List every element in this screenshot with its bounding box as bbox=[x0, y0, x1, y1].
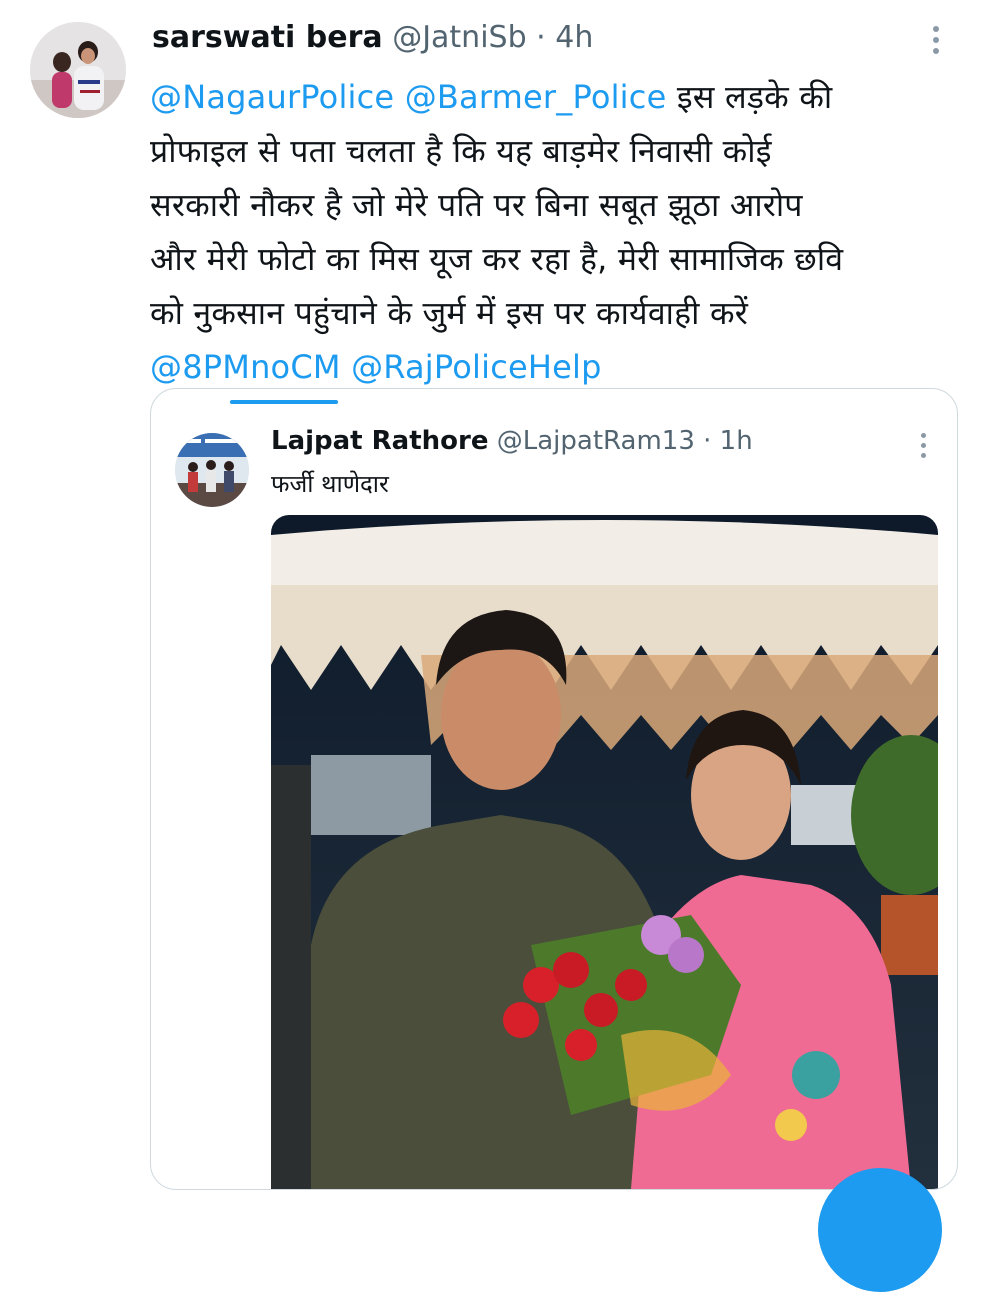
quoted-author-handle[interactable]: @LajpatRam13 bbox=[497, 426, 695, 456]
avatar-image bbox=[30, 22, 126, 118]
mention-nagaur-police[interactable]: @NagaurPolice bbox=[150, 78, 394, 116]
tweet-line-3: सरकारी नौकर है जो मेरे पति पर बिना सबूत … bbox=[150, 186, 803, 224]
photo-image bbox=[271, 515, 938, 1189]
tweet-time[interactable]: 4h bbox=[555, 20, 593, 55]
quoted-photo[interactable] bbox=[271, 515, 938, 1189]
mention-rajpolicehelp[interactable]: @RajPoliceHelp bbox=[351, 348, 602, 386]
quoted-text: फर्जी थाणेदार bbox=[271, 470, 389, 498]
quoted-tweet-card[interactable]: Lajpat Rathore @LajpatRam13 · 1h फर्जी थ… bbox=[150, 388, 958, 1190]
tweet-line-1: @NagaurPolice @Barmer_Police इस लड़के की bbox=[150, 70, 970, 124]
tweet-header: sarswati bera @JatniSb · 4h bbox=[152, 18, 593, 58]
author-name[interactable]: sarswati bera bbox=[152, 20, 383, 55]
tweet-line-6: @8PMnoCM @RajPoliceHelp bbox=[150, 340, 970, 394]
mention-8pmnocm[interactable]: @8PMnoCM bbox=[150, 348, 341, 386]
quote-indicator-bar bbox=[230, 400, 338, 404]
quoted-author-avatar[interactable] bbox=[175, 433, 249, 507]
tweet-line-4: और मेरी फोटो का मिस यूज कर रहा है, मेरी … bbox=[150, 240, 844, 278]
mention-barmer-police[interactable]: @Barmer_Police bbox=[405, 78, 667, 116]
quoted-separator-dot: · bbox=[703, 426, 712, 456]
quoted-time[interactable]: 1h bbox=[720, 426, 753, 456]
more-vertical-icon[interactable] bbox=[917, 433, 929, 459]
quoted-header: Lajpat Rathore @LajpatRam13 · 1h bbox=[271, 423, 753, 459]
author-avatar[interactable] bbox=[30, 22, 126, 118]
tweet-line-5: को नुकसान पहुंचाने के जुर्म में इस पर का… bbox=[150, 294, 749, 332]
compose-fab[interactable] bbox=[818, 1168, 942, 1292]
separator-dot: · bbox=[536, 20, 546, 55]
tweet-line-2: प्रोफाइल से पता चलता है कि यह बाड़मेर नि… bbox=[150, 132, 772, 170]
tweet-line-1-text: इस लड़के की bbox=[676, 78, 833, 116]
quoted-author-name[interactable]: Lajpat Rathore bbox=[271, 426, 488, 456]
more-vertical-icon[interactable] bbox=[926, 26, 946, 56]
author-handle[interactable]: @JatniSb bbox=[392, 20, 526, 55]
tweet-text: @NagaurPolice @Barmer_Police इस लड़के की… bbox=[150, 70, 970, 394]
quoted-avatar-image bbox=[175, 433, 249, 507]
